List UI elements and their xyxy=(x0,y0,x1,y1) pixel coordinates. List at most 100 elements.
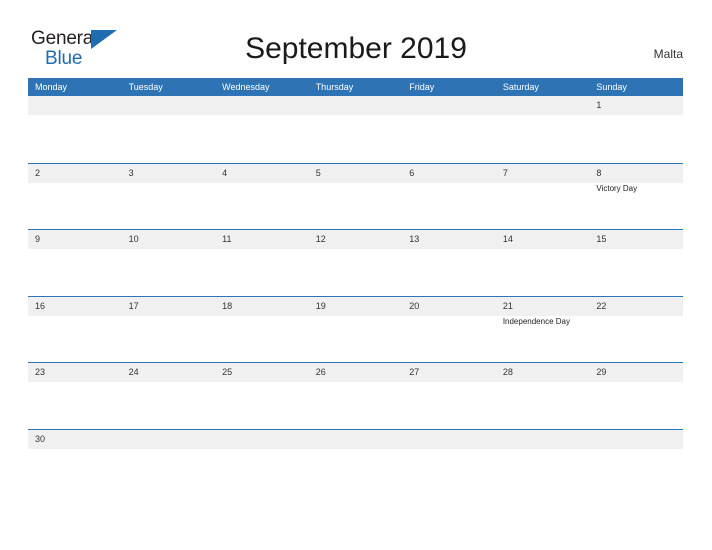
day-number: 23 xyxy=(35,367,46,377)
page-header: General Blue September 2019 Malta xyxy=(0,0,712,78)
day-number: 22 xyxy=(596,300,607,311)
day-band xyxy=(28,230,122,249)
day-band xyxy=(495,96,590,115)
day-band xyxy=(589,163,683,183)
day-cell[interactable]: 30 xyxy=(28,429,122,495)
day-cell[interactable]: 28 xyxy=(495,363,590,428)
day-number: 16 xyxy=(35,300,46,311)
day-cell[interactable]: 10 xyxy=(121,230,216,295)
day-cell[interactable] xyxy=(215,429,309,495)
day-cell[interactable]: 14 xyxy=(495,230,590,295)
calendar-week-row: 16 17 18 19 20 21 Independence Day 22 xyxy=(28,295,683,362)
day-band xyxy=(308,163,403,183)
day-number: 18 xyxy=(222,300,233,311)
day-cell[interactable]: 25 xyxy=(215,363,309,428)
day-cell[interactable] xyxy=(215,96,309,161)
calendar-week-row: 23 24 25 26 27 28 29 xyxy=(28,362,683,429)
day-number: 27 xyxy=(409,367,420,377)
day-cell[interactable] xyxy=(402,96,496,161)
day-number: 6 xyxy=(409,167,415,178)
day-band xyxy=(28,163,122,183)
day-cell[interactable] xyxy=(121,96,216,161)
day-number: 29 xyxy=(596,367,607,377)
day-band xyxy=(589,96,683,115)
day-band xyxy=(495,163,590,183)
day-cell[interactable]: 19 xyxy=(308,296,403,362)
day-cell[interactable]: 23 xyxy=(28,363,122,428)
weekday-header-monday: Monday xyxy=(35,82,68,92)
day-band xyxy=(589,429,683,449)
day-cell[interactable]: 3 xyxy=(121,163,216,229)
day-number: 11 xyxy=(222,234,232,244)
day-cell[interactable] xyxy=(121,429,216,495)
day-band xyxy=(215,96,309,115)
day-number: 21 xyxy=(502,300,513,311)
day-cell[interactable]: 6 xyxy=(402,163,496,229)
day-number: 17 xyxy=(128,300,139,311)
day-cell[interactable]: 18 xyxy=(215,296,309,362)
day-cell[interactable] xyxy=(402,429,496,495)
day-number: 25 xyxy=(222,367,233,377)
day-number: 5 xyxy=(315,167,321,178)
day-band xyxy=(28,96,122,115)
weekday-header-saturday: Saturday xyxy=(502,82,539,92)
day-number: 4 xyxy=(222,167,228,178)
day-band xyxy=(402,429,496,449)
weekday-header-wednesday: Wednesday xyxy=(222,82,270,92)
day-cell[interactable]: 16 xyxy=(28,296,122,362)
day-cell[interactable]: 27 xyxy=(402,363,496,428)
day-number: 1 xyxy=(596,100,602,110)
day-band xyxy=(121,96,216,115)
day-number: 30 xyxy=(35,433,46,444)
day-number: 12 xyxy=(315,234,326,244)
calendar-week-row: 30 xyxy=(28,428,683,495)
day-number: 9 xyxy=(35,234,41,244)
day-cell[interactable]: 20 xyxy=(402,296,496,362)
day-cell[interactable]: 29 xyxy=(589,363,683,428)
day-cell[interactable]: 2 xyxy=(28,163,122,229)
day-number: 2 xyxy=(35,167,41,178)
day-number: 28 xyxy=(502,367,513,377)
calendar-week-row: 1 xyxy=(28,96,683,163)
day-number: 10 xyxy=(128,234,139,244)
day-event-label: Victory Day xyxy=(596,183,638,193)
day-cell[interactable]: 5 xyxy=(308,163,403,229)
day-cell[interactable]: 13 xyxy=(402,230,496,295)
day-number: 26 xyxy=(315,367,326,377)
day-cell[interactable]: 4 xyxy=(215,163,309,229)
day-cell[interactable] xyxy=(28,96,122,161)
page-title: September 2019 xyxy=(245,32,467,65)
day-cell[interactable] xyxy=(495,96,590,161)
day-number: 15 xyxy=(596,234,607,244)
calendar-grid: Monday Tuesday Wednesday Thursday Friday… xyxy=(28,78,683,495)
calendar-page: General Blue September 2019 Malta Monday… xyxy=(0,0,712,550)
day-cell[interactable] xyxy=(589,429,683,495)
day-cell[interactable]: 1 xyxy=(589,96,683,161)
day-band xyxy=(308,96,403,115)
day-cell[interactable]: 22 xyxy=(589,296,683,362)
day-cell[interactable] xyxy=(308,96,403,161)
day-cell[interactable]: 12 xyxy=(308,230,403,295)
day-number: 8 xyxy=(596,167,602,178)
day-cell[interactable]: 24 xyxy=(121,363,216,428)
day-cell[interactable]: 21 Independence Day xyxy=(495,296,590,362)
calendar-week-row: 9 10 11 12 13 14 15 xyxy=(28,229,683,296)
day-band xyxy=(215,163,309,183)
day-cell[interactable]: 11 xyxy=(215,230,309,295)
day-cell[interactable]: 15 xyxy=(589,230,683,295)
day-cell[interactable] xyxy=(308,429,403,495)
day-band xyxy=(308,429,403,449)
day-number: 19 xyxy=(315,300,326,311)
day-cell[interactable]: 26 xyxy=(308,363,403,428)
day-cell[interactable]: 17 xyxy=(121,296,216,362)
day-cell[interactable] xyxy=(495,429,590,495)
day-cell[interactable]: 7 xyxy=(495,163,590,229)
day-event-label: Independence Day xyxy=(502,316,570,326)
day-cell[interactable]: 9 xyxy=(28,230,122,295)
calendar-week-row: 2 3 4 5 6 7 8 Victory Day xyxy=(28,162,683,229)
day-band xyxy=(121,163,216,183)
weekday-header-thursday: Thursday xyxy=(315,82,354,92)
day-number: 20 xyxy=(409,300,420,311)
day-band xyxy=(495,429,590,449)
day-cell[interactable]: 8 Victory Day xyxy=(589,163,683,229)
